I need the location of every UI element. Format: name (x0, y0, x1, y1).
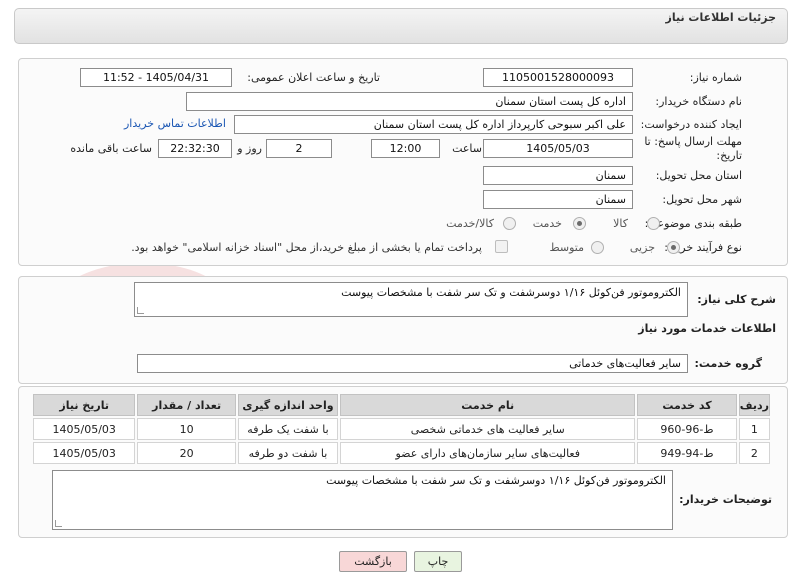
cell-quantity: 10 (137, 418, 236, 440)
creator-field: علی اکبر سبوحی کارپرداز اداره کل پست است… (234, 115, 633, 134)
announce-label: تاریخ و ساعت اعلان عمومی: (247, 71, 380, 84)
cell-row-number: 2 (738, 442, 770, 464)
process-radio-medium[interactable] (591, 241, 604, 254)
services-section-title: اطلاعات خدمات مورد نیاز (638, 322, 776, 335)
service-group-label: گروه خدمت: (694, 357, 762, 370)
print-button[interactable]: چاپ (414, 551, 462, 572)
buyer-contact-link[interactable]: اطلاعات تماس خریدار (124, 117, 226, 130)
back-button[interactable]: بازگشت (339, 551, 407, 572)
cell-service-name: فعالیت‌های سایر سازمان‌های دارای عضو (340, 442, 636, 464)
col-service-code: کد خدمت (637, 394, 737, 416)
category-option-goods: کالا (613, 217, 628, 230)
treasury-payment-checkbox[interactable] (495, 240, 508, 253)
province-field: سمنان (483, 166, 633, 185)
service-group-field: سایر فعالیت‌های خدماتی (137, 354, 688, 373)
city-field: سمنان (483, 190, 633, 209)
deadline-time-field: 12:00 (371, 139, 440, 158)
cell-service-name: سایر فعالیت های خدماتی شخصی (340, 418, 636, 440)
cell-row-number: 1 (738, 418, 770, 440)
process-option-minor: جزیی (629, 241, 655, 254)
deadline-time-label: ساعت (452, 142, 482, 155)
cell-quantity: 20 (137, 442, 236, 464)
page-title: جزئیات اطلاعات نیاز (665, 11, 777, 24)
category-radio-goods[interactable] (647, 217, 660, 230)
creator-label: ایجاد کننده درخواست: (640, 118, 742, 131)
category-option-goods-service: کالا/خدمت (446, 217, 494, 230)
process-radio-minor[interactable] (667, 241, 680, 254)
resize-handle-icon[interactable] (55, 520, 62, 527)
province-label: استان محل تحویل: (655, 169, 742, 182)
buyer-org-label: نام دستگاه خریدار: (655, 95, 742, 108)
col-row-number: ردیف (738, 394, 770, 416)
cell-unit: با شفت یک طرفه (237, 418, 339, 440)
buyer-notes-value: الکتروموتور فن‌کوئل ۱/۱۶ دوسرشفت و تک سر… (326, 474, 666, 487)
remaining-days-field: 2 (266, 139, 332, 158)
summary-label: شرح کلی نیاز: (697, 293, 776, 306)
deadline-label: مهلت ارسال پاسخ: تا تاریخ: (644, 135, 742, 162)
buyer-notes-text: الکتروموتور فن‌کوئل ۱/۱۶ دوسرشفت و تک سر… (52, 470, 673, 530)
table-row: 2 ط-94-949 فعالیت‌های سایر سازمان‌های دا… (33, 442, 770, 464)
cell-service-code: ط-96-960 (637, 418, 737, 440)
need-number-field: 1105001528000093 (483, 68, 633, 87)
cell-need-date: 1405/05/03 (33, 418, 136, 440)
announce-field: 1405/04/31 - 11:52 (80, 68, 232, 87)
services-table: ردیف کد خدمت نام خدمت واحد اندازه گیری ت… (31, 392, 772, 466)
category-option-service: خدمت (532, 217, 562, 230)
need-number-label: شماره نیاز: (689, 71, 742, 84)
services-table-header: ردیف کد خدمت نام خدمت واحد اندازه گیری ت… (33, 394, 770, 416)
buyer-notes-label: توضیحات خریدار: (679, 493, 772, 506)
cell-need-date: 1405/05/03 (33, 442, 136, 464)
cell-unit: با شفت دو طرفه (237, 442, 339, 464)
deadline-date-field: 1405/05/03 (483, 139, 633, 158)
remaining-time-label: ساعت باقی مانده (70, 142, 152, 155)
summary-text-value: الکتروموتور فن‌کوئل ۱/۱۶ دوسرشفت و تک سر… (341, 286, 681, 299)
cell-service-code: ط-94-949 (637, 442, 737, 464)
remaining-time-field: 22:32:30 (158, 139, 232, 158)
category-radio-service[interactable] (573, 217, 586, 230)
col-quantity: تعداد / مقدار (137, 394, 236, 416)
col-service-name: نام خدمت (340, 394, 636, 416)
treasury-payment-note: پرداخت تمام یا بخشی از مبلغ خرید،از محل … (131, 241, 482, 254)
buyer-org-field: اداره کل پست استان سمنان (186, 92, 633, 111)
category-radio-goods-service[interactable] (503, 217, 516, 230)
days-label: روز و (237, 142, 262, 155)
col-unit: واحد اندازه گیری (237, 394, 339, 416)
process-option-medium: متوسط (549, 241, 584, 254)
summary-text: الکتروموتور فن‌کوئل ۱/۱۶ دوسرشفت و تک سر… (134, 282, 688, 317)
col-need-date: تاریخ نیاز (33, 394, 136, 416)
resize-handle-icon[interactable] (137, 307, 144, 314)
table-row: 1 ط-96-960 سایر فعالیت های خدماتی شخصی ب… (33, 418, 770, 440)
city-label: شهر محل تحویل: (662, 193, 742, 206)
